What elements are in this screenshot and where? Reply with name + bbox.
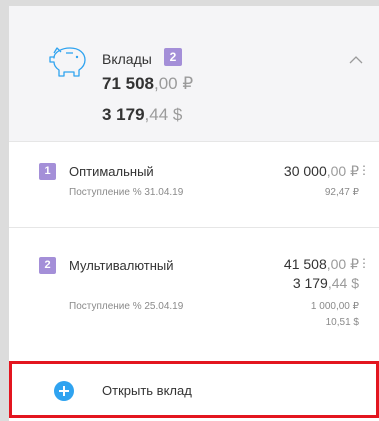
open-deposit-button[interactable]: Открыть вклад bbox=[9, 361, 379, 418]
deposit-income-rub: 1 000,00 ₽ bbox=[310, 301, 359, 312]
total-usd-int: 3 179 bbox=[102, 105, 145, 124]
total-rub-int: 71 508 bbox=[102, 74, 154, 93]
deposit-index-badge: 1 bbox=[39, 163, 56, 180]
deposit-amount-frac: ,00 ₽ bbox=[326, 163, 359, 179]
deposits-panel: Вклады 2 71 508,00 ₽ 3 179,44 $ 1 Оптима… bbox=[0, 0, 379, 421]
more-vertical-icon[interactable]: ⋮ bbox=[358, 256, 370, 270]
deposit-item-optimal[interactable]: 1 Оптимальный Поступление % 31.04.19 30 … bbox=[9, 142, 379, 227]
total-usd-frac: ,44 $ bbox=[144, 105, 183, 124]
deposit-income-label: Поступление % 25.04.19 bbox=[69, 301, 184, 312]
deposits-summary-header[interactable]: Вклады 2 71 508,00 ₽ 3 179,44 $ bbox=[9, 6, 379, 141]
deposit-name: Оптимальный bbox=[69, 164, 154, 179]
deposit-income-amount: 92,47 ₽ bbox=[324, 187, 359, 198]
deposit-income-usd: 10,51 $ bbox=[325, 317, 359, 328]
deposit-amount-usd-int: 3 179 bbox=[292, 275, 328, 291]
deposit-amount-usd: 3 179,44 $ bbox=[293, 275, 359, 291]
total-usd-amount: 3 179,44 $ bbox=[102, 105, 182, 125]
deposit-amount-rub-int: 41 508 bbox=[283, 256, 327, 272]
deposit-index-badge: 2 bbox=[39, 257, 56, 274]
total-rub-amount: 71 508,00 ₽ bbox=[102, 74, 193, 94]
deposit-amount-int: 30 000 bbox=[283, 163, 327, 179]
total-rub-frac: ,00 ₽ bbox=[154, 74, 194, 93]
plus-circle-icon bbox=[54, 381, 74, 401]
chevron-up-icon[interactable] bbox=[348, 55, 364, 65]
open-deposit-label: Открыть вклад bbox=[102, 383, 192, 398]
panel-edge-left bbox=[0, 0, 9, 421]
deposit-income-label: Поступление % 31.04.19 bbox=[69, 187, 184, 198]
more-vertical-icon[interactable]: ⋮ bbox=[358, 163, 370, 177]
deposit-item-multicurrency[interactable]: 2 Мультивалютный 41 508,00 ₽ ⋮ 3 179,44 … bbox=[9, 227, 379, 358]
piggy-bank-icon bbox=[49, 47, 86, 77]
deposit-name: Мультивалютный bbox=[69, 258, 174, 273]
deposits-count-badge: 2 bbox=[164, 48, 182, 66]
deposit-amount-rub-frac: ,00 ₽ bbox=[326, 256, 359, 272]
deposit-amount-rub: 41 508,00 ₽ bbox=[284, 256, 359, 273]
deposit-amount: 30 000,00 ₽ bbox=[284, 163, 359, 180]
summary-title: Вклады bbox=[102, 51, 152, 67]
deposit-amount-usd-frac: ,44 $ bbox=[327, 275, 359, 291]
